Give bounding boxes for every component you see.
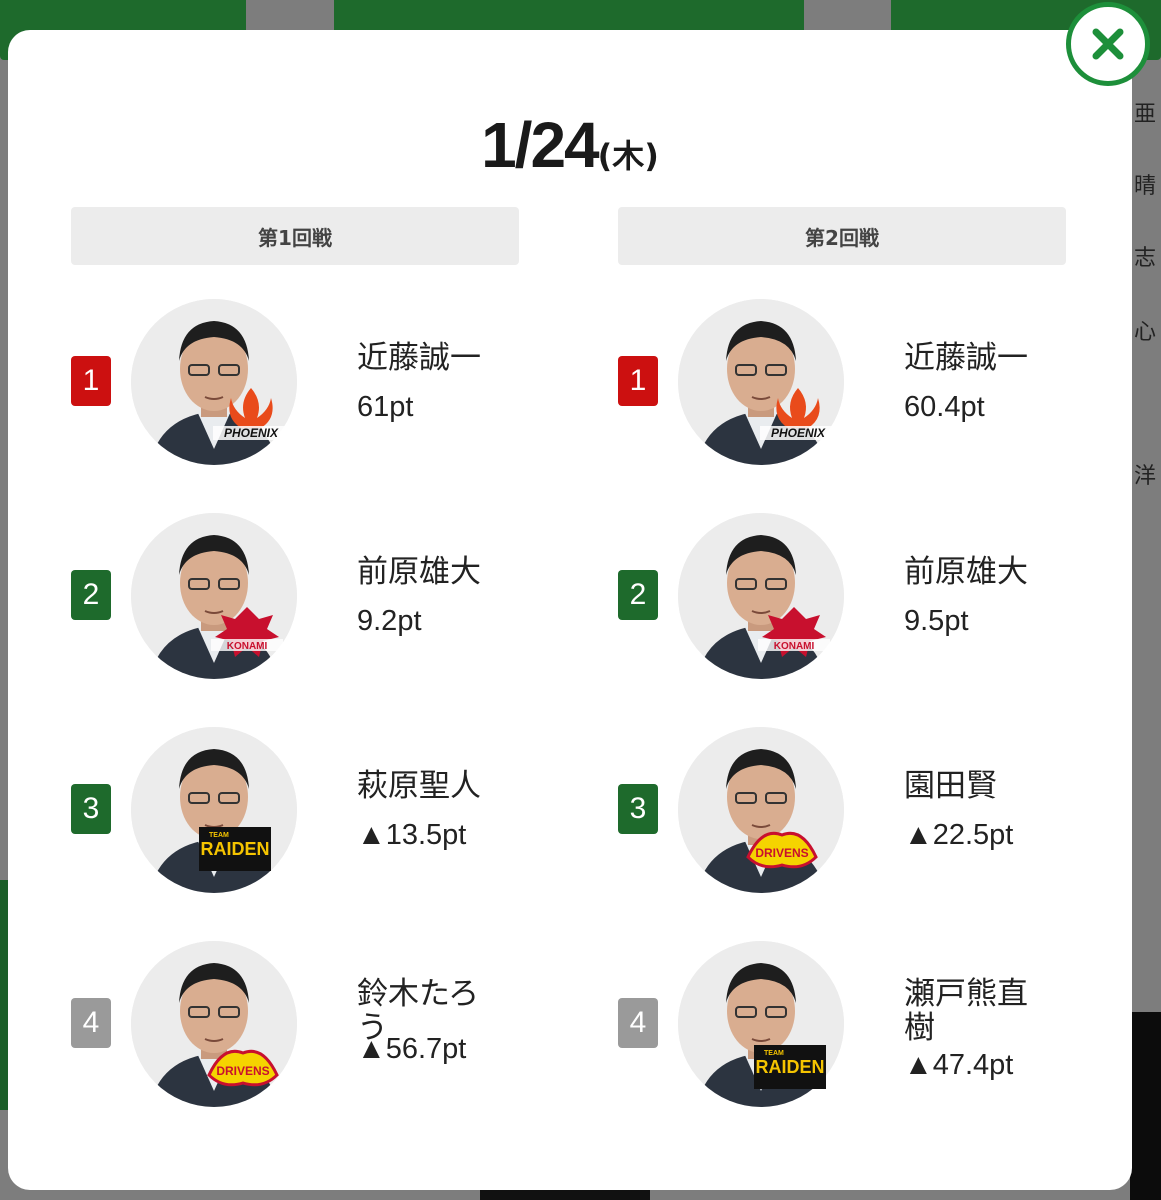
player-row: 4 DRIVENS 鈴木たろう ▲56.7pt [71,941,519,1155]
player-score: 9.5pt [904,605,969,637]
player-row: 4 RAIDEN TEAM 瀬戸熊直樹 ▲47.4pt [618,941,1066,1155]
konami-logo: KONAMI [754,605,834,665]
phoenix-logo: PHOENIX [758,384,838,444]
player-name: 近藤誠一 [904,340,1028,376]
phoenix-logo: PHOENIX [211,384,291,444]
svg-text:TEAM: TEAM [764,1050,784,1057]
player-row: 1 PHOENIX 近藤誠一 61pt [71,299,519,513]
raiden-logo: RAIDEN TEAM [195,817,275,877]
rank-badge: 2 [71,570,111,620]
weekday-label: (木) [597,137,659,175]
player-score: ▲47.4pt [904,1049,1014,1081]
player-row: 2 KONAMI 前原雄大 9.5pt [618,513,1066,727]
player-name: 萩原聖人 [357,768,481,804]
svg-text:TEAM: TEAM [209,832,229,839]
raiden-logo: RAIDEN TEAM [750,1035,830,1095]
player-score: ▲22.5pt [904,819,1014,851]
svg-text:RAIDEN: RAIDEN [755,1057,824,1077]
game-round-header: 第1回戦 [71,207,519,265]
rank-badge: 3 [71,784,111,834]
background-text: 晴 [1134,174,1157,199]
player-score: 61pt [357,391,414,423]
player-row: 3 DRIVENS 園田賢 ▲22.5pt [618,727,1066,941]
rank-badge: 3 [618,784,658,834]
player-name: 近藤誠一 [357,340,481,376]
konami-logo: KONAMI [207,605,287,665]
rank-badge: 1 [618,356,658,406]
svg-text:RAIDEN: RAIDEN [200,839,269,859]
player-row: 1 PHOENIX 近藤誠一 60.4pt [618,299,1066,513]
modal-title: 1/24(木) [8,108,1132,182]
player-name: 前原雄大 [904,554,1028,590]
drivens-logo: DRIVENS [742,817,822,877]
player-name: 園田賢 [904,768,997,804]
game-column-1: 第1回戦 1 PHOENIX 近藤誠一 61pt 2 KONAMI 前原雄大 9.2pt 3 RAI… [71,207,519,1155]
rank-badge: 1 [71,356,111,406]
player-row: 2 KONAMI 前原雄大 9.2pt [71,513,519,727]
player-score: ▲56.7pt [357,1033,467,1065]
player-score: 60.4pt [904,391,985,423]
svg-text:DRIVENS: DRIVENS [755,846,808,860]
svg-text:PHOENIX: PHOENIX [771,426,826,440]
close-button[interactable] [1066,2,1150,86]
rank-badge: 2 [618,570,658,620]
svg-text:PHOENIX: PHOENIX [224,426,279,440]
rank-badge: 4 [71,998,111,1048]
svg-text:KONAMI: KONAMI [227,641,268,652]
game-column-2: 第2回戦 1 PHOENIX 近藤誠一 60.4pt 2 KONAMI 前原雄大 9.5pt 3 D… [618,207,1066,1155]
player-score: 9.2pt [357,605,422,637]
results-modal: 1/24(木) 第1回戦 1 PHOENIX 近藤誠一 61pt 2 KONAMI 前原雄大 9… [8,30,1132,1190]
background-text: 亜 [1134,102,1157,127]
player-name: 前原雄大 [357,554,481,590]
svg-text:DRIVENS: DRIVENS [216,1064,269,1078]
svg-text:KONAMI: KONAMI [774,641,815,652]
close-icon [1092,28,1124,60]
background-text: 心 [1134,320,1157,345]
background-decoration [1130,1012,1161,1200]
player-name: 瀬戸熊直樹 [904,976,1028,1046]
date-label: 1/24 [481,109,600,181]
player-score: ▲13.5pt [357,819,467,851]
player-row: 3 RAIDEN TEAM 萩原聖人 ▲13.5pt [71,727,519,941]
background-text: 洋 [1134,464,1157,489]
background-text: 志 [1134,246,1157,271]
drivens-logo: DRIVENS [203,1035,283,1095]
rank-badge: 4 [618,998,658,1048]
game-round-header: 第2回戦 [618,207,1066,265]
